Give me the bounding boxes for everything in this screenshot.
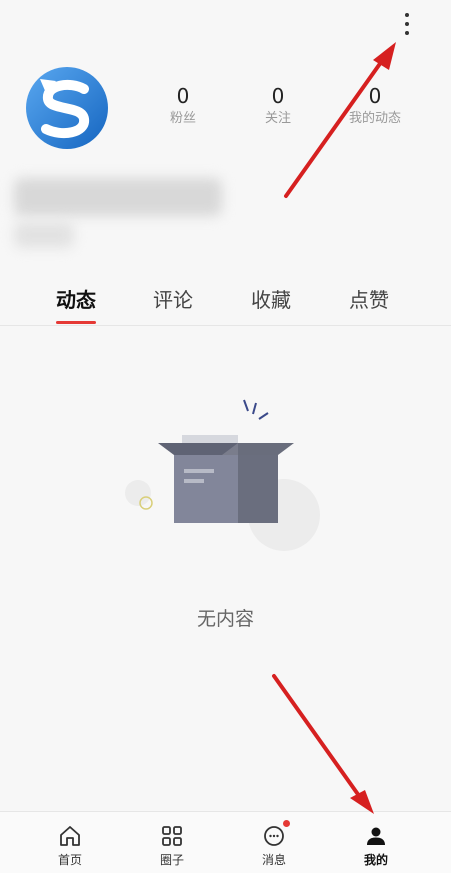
stat-following[interactable]: 0 关注: [233, 84, 323, 128]
dot-icon: [405, 22, 409, 26]
arrow-to-mine-tab: [272, 674, 364, 802]
message-icon: [264, 826, 284, 846]
tab-active-indicator: [56, 321, 96, 324]
stat-my-posts[interactable]: 0 我的动态: [330, 84, 420, 128]
nav-mine-label: 我的: [363, 853, 388, 867]
avatar[interactable]: [26, 67, 108, 149]
tab-comments[interactable]: 评论: [123, 288, 223, 312]
unread-dot: [283, 820, 290, 827]
empty-box-icon: [125, 399, 320, 551]
profile-tabs: 动态 评论 收藏 点赞: [0, 280, 451, 326]
more-options-button[interactable]: [396, 8, 418, 40]
nav-circle-label: 圈子: [159, 853, 184, 867]
app-logo-icon: [26, 67, 108, 149]
nav-mine[interactable]: 我的: [320, 812, 432, 873]
username-blurred: [14, 178, 222, 216]
grid-icon: [162, 826, 182, 846]
tab-likes[interactable]: 点赞: [319, 288, 419, 312]
my-posts-label: 我的动态: [348, 111, 401, 126]
message-icon-wrap: [262, 820, 290, 848]
dot-icon: [405, 31, 409, 35]
my-posts-count: 0: [368, 84, 382, 108]
bottom-nav: 首页 圈子 消息 我的: [0, 811, 451, 873]
arrowhead-up: [373, 42, 396, 70]
nav-messages-label: 消息: [261, 853, 286, 867]
home-icon: [60, 826, 80, 846]
tab-favorites[interactable]: 收藏: [221, 288, 321, 312]
dot-icon: [405, 13, 409, 17]
empty-state-text: 无内容: [196, 608, 254, 630]
nav-home-label: 首页: [57, 853, 82, 867]
tab-posts[interactable]: 动态: [26, 288, 126, 312]
fans-label: 粉丝: [169, 111, 196, 126]
divider: [0, 325, 451, 326]
following-label: 关注: [264, 111, 291, 126]
stat-fans[interactable]: 0 粉丝: [138, 84, 228, 128]
nav-messages[interactable]: 消息: [218, 812, 330, 873]
following-count: 0: [271, 84, 285, 108]
user-info-blurred: [14, 222, 74, 248]
nav-home[interactable]: 首页: [14, 812, 126, 873]
user-icon: [367, 827, 385, 845]
nav-circle[interactable]: 圈子: [116, 812, 228, 873]
fans-count: 0: [176, 84, 190, 108]
